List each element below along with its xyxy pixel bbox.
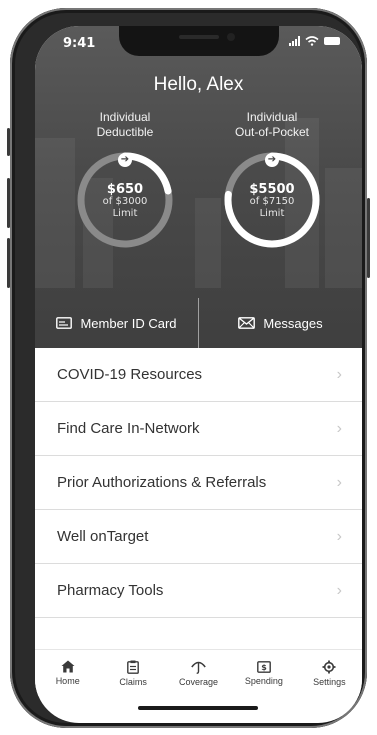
menu-item-well-ontarget[interactable]: Well onTarget › <box>35 510 362 564</box>
main-menu: COVID-19 Resources › Find Care In-Networ… <box>35 348 362 618</box>
meter-title-line1: Individual <box>246 110 298 124</box>
tab-label: Spending <box>244 675 283 686</box>
battery-icon <box>324 37 340 45</box>
menu-item-label: Prior Authorizations & Referrals <box>57 474 267 491</box>
volume-up-button <box>7 178 10 228</box>
power-button <box>367 198 370 278</box>
out-of-pocket-amount: $5500 <box>249 182 295 197</box>
menu-item-prior-authorizations[interactable]: Prior Authorizations & Referrals › <box>35 456 362 510</box>
member-id-card-button[interactable]: Member ID Card <box>35 298 198 348</box>
tab-claims[interactable]: Claims <box>100 650 165 696</box>
deductible-total: of $3000 <box>102 196 148 207</box>
tab-settings[interactable]: Settings <box>297 650 362 696</box>
menu-item-covid-resources[interactable]: COVID-19 Resources › <box>35 348 362 402</box>
deductible-amount: $650 <box>106 182 144 197</box>
svg-text:$: $ <box>261 663 267 672</box>
wifi-icon <box>305 36 319 46</box>
envelope-icon <box>238 317 256 329</box>
dollar-bill-icon: $ <box>257 660 271 673</box>
member-id-card-label: Member ID Card <box>80 315 177 331</box>
gear-icon <box>322 660 336 673</box>
chevron-right-icon: › <box>336 473 342 491</box>
deductible-meter[interactable]: Individual Deductible ➔ $650 of $3000 Li… <box>50 110 200 252</box>
menu-item-pharmacy-tools[interactable]: Pharmacy Tools › <box>35 564 362 618</box>
status-time: 9:41 <box>63 36 96 51</box>
bottom-tab-bar: Home Claims Coverage $ Spending Settings <box>35 649 362 696</box>
arrow-right-icon: ➔ <box>118 153 132 167</box>
menu-item-find-care[interactable]: Find Care In-Network › <box>35 402 362 456</box>
tab-coverage[interactable]: Coverage <box>166 650 231 696</box>
tab-spending[interactable]: $ Spending <box>231 650 296 696</box>
meter-title-line2: Deductible <box>96 125 154 139</box>
silent-switch <box>7 128 10 156</box>
tab-label: Coverage <box>179 676 219 687</box>
home-indicator[interactable] <box>138 706 258 710</box>
chevron-right-icon: › <box>336 581 342 599</box>
quick-actions: Member ID Card Messages <box>35 298 362 348</box>
volume-down-button <box>7 238 10 288</box>
chevron-right-icon: › <box>336 419 342 437</box>
home-icon <box>61 660 75 673</box>
phone-screen: 9:41 Hello, Alex Individual Deductible ➔… <box>35 26 362 723</box>
tab-label: Settings <box>313 676 346 687</box>
out-of-pocket-ring: ➔ $5500 of $7150 Limit <box>220 148 324 252</box>
signal-icon <box>289 36 300 46</box>
menu-item-label: Well onTarget <box>57 528 149 545</box>
id-card-icon <box>56 317 73 329</box>
meter-title-line1: Individual <box>99 110 151 124</box>
out-of-pocket-limit-label: Limit <box>259 208 285 219</box>
tab-label: Home <box>55 676 80 686</box>
meter-title-line2: Out-of-Pocket <box>234 125 310 139</box>
menu-item-label: COVID-19 Resources <box>57 366 203 383</box>
hero-header: 9:41 Hello, Alex Individual Deductible ➔… <box>35 26 362 348</box>
umbrella-icon <box>191 661 206 674</box>
chevron-right-icon: › <box>336 527 342 545</box>
deductible-limit-label: Limit <box>112 208 138 219</box>
arrow-right-icon: ➔ <box>265 153 279 167</box>
out-of-pocket-total: of $7150 <box>249 196 295 207</box>
menu-item-label: Find Care In-Network <box>57 420 200 437</box>
clipboard-icon <box>127 660 140 674</box>
device-notch <box>119 26 279 56</box>
tab-home[interactable]: Home <box>35 650 100 696</box>
messages-label: Messages <box>263 315 323 331</box>
chevron-right-icon: › <box>336 365 342 383</box>
out-of-pocket-meter[interactable]: Individual Out-of-Pocket ➔ $5500 of $715… <box>197 110 347 252</box>
tab-label: Claims <box>119 676 147 687</box>
status-icons <box>289 36 340 46</box>
phone-frame: 9:41 Hello, Alex Individual Deductible ➔… <box>7 8 370 728</box>
menu-item-label: Pharmacy Tools <box>57 582 164 599</box>
deductible-ring: ➔ $650 of $3000 Limit <box>73 148 177 252</box>
messages-button[interactable]: Messages <box>199 298 362 348</box>
greeting-title: Hello, Alex <box>153 74 244 95</box>
